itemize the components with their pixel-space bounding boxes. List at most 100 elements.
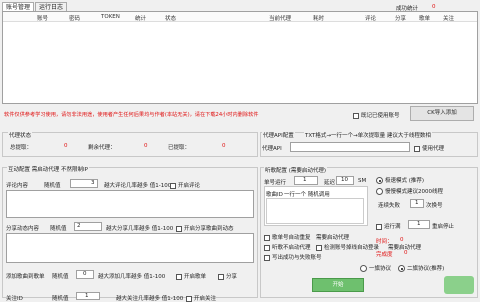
col-password[interactable]: 密码 [69, 14, 80, 22]
checkbox-icon[interactable] [218, 273, 224, 280]
tab-account-management[interactable]: 账号管理 [2, 2, 35, 11]
radio-icon[interactable] [376, 177, 383, 184]
col-status[interactable]: 状态 [165, 14, 176, 22]
follow-label: 关注ID [6, 296, 23, 302]
checkbox-icon[interactable] [176, 225, 182, 232]
mode-fast-radio[interactable]: 极速模式 (推荐) [376, 176, 424, 184]
checkbox-icon[interactable] [176, 273, 182, 280]
playlist-random-label: 随机值 [52, 274, 69, 280]
import-ck-button[interactable]: CK导入添加 [410, 106, 474, 121]
time-value: 0 [400, 237, 404, 243]
mode-fast-label: 极速模式 (推荐) [385, 178, 425, 184]
radio-icon[interactable] [360, 265, 367, 272]
playlist-share-label: 分享 [226, 274, 238, 280]
follow-desc: 越大关注几率越多 值1-100 [116, 296, 184, 302]
protocol2-label: 二旗协议(推荐) [407, 266, 445, 272]
proxy-api-input[interactable] [290, 142, 410, 152]
used-proxy-label: 已提取： [168, 145, 191, 151]
time-label: 时间： [376, 239, 393, 245]
playlist-label: 添加歌曲到歌单 [6, 274, 45, 280]
protocol2-radio[interactable]: 二旗协议(推荐) [398, 264, 444, 272]
playlist-desc: 越大添加几率越多 值1-100 [98, 274, 166, 280]
checkbox-icon[interactable] [170, 182, 176, 189]
mode-slow-radio[interactable]: 慢慢模式建议2000线程 [376, 187, 443, 195]
radio-icon[interactable] [398, 265, 405, 272]
no-proxy-label: 听歌不启动代理 [272, 245, 311, 251]
playlist-random-input[interactable]: 0 [76, 270, 94, 279]
tab-run-log[interactable]: 运行日志 [35, 2, 68, 11]
write-fail-label: 写出成功与失败账号 [272, 255, 322, 261]
comment-random-label: 随机值 [44, 183, 61, 189]
protocol1-radio[interactable]: 一旗协议 [360, 264, 391, 272]
done-value: 0 [404, 250, 408, 256]
comment-random-input[interactable]: 3 [70, 179, 98, 188]
total-fetched-label: 总提取： [10, 145, 33, 151]
run-interval-checkbox[interactable]: 运行满 [376, 222, 401, 230]
col-share[interactable]: 分享 [395, 14, 406, 22]
done-label: 完成度 [376, 252, 393, 258]
tab-bar: 账号管理 运行日志 [2, 2, 68, 11]
col-comment[interactable]: 评论 [365, 14, 376, 22]
playlist-id-textarea[interactable] [266, 198, 364, 224]
start-button[interactable]: 开始 [312, 278, 364, 292]
col-token[interactable]: TOKEN [101, 14, 120, 20]
mode-slow-label: 慢慢模式建议2000线程 [385, 189, 443, 195]
checkbox-icon[interactable] [316, 244, 322, 251]
checkbox-icon[interactable] [186, 295, 192, 302]
success-count: 0 [432, 4, 436, 10]
enable-playlist-label: 开启歌单 [184, 274, 207, 280]
comment-content-label: 评论内容 [6, 183, 29, 189]
status-indicator [444, 276, 474, 294]
checkbox-icon[interactable] [353, 112, 359, 119]
detect-label: 检测账号掉线自动登录 [324, 245, 380, 251]
run-interval-label: 运行满 [384, 224, 401, 230]
total-fetched-value: 0 [64, 143, 68, 149]
enable-comment-checkbox[interactable]: 开启评论 [170, 181, 200, 189]
protocol1-label: 一旗协议 [369, 266, 392, 272]
checkbox-icon[interactable] [264, 234, 270, 241]
delay-input[interactable]: 10 [336, 176, 354, 185]
playlist-share-checkbox[interactable]: 分享 [218, 272, 237, 280]
run-interval-input[interactable]: 1 [408, 220, 430, 229]
share-random-input[interactable]: 2 [74, 222, 102, 231]
col-elapsed[interactable]: 耗时 [313, 14, 324, 22]
col-stats[interactable]: 统计 [135, 14, 146, 22]
connect-fail-input[interactable]: 1 [410, 199, 424, 208]
share-content-textarea[interactable] [6, 233, 254, 263]
enable-playlist-checkbox[interactable]: 开启歌单 [176, 272, 206, 280]
checkbox-icon[interactable] [376, 223, 382, 230]
single-run-input[interactable]: 1 [294, 176, 318, 185]
detect-checkbox[interactable]: 检测账号掉线自动登录 [316, 243, 379, 251]
follow-random-input[interactable]: 1 [76, 292, 100, 300]
proxy-api-title: 代理API配置 [262, 131, 295, 139]
comment-desc: 越大评论几率越多 值1-100 [104, 183, 172, 189]
share-random-label: 随机值 [50, 226, 67, 232]
use-proxy-checkbox[interactable]: 使用代理 [414, 144, 444, 152]
proxy-status-group [2, 132, 258, 157]
delay-label: 延迟 [324, 180, 336, 186]
col-current-proxy[interactable]: 当前代理 [269, 14, 291, 22]
col-follow[interactable]: 关注 [443, 14, 454, 22]
enable-follow-checkbox[interactable]: 开启关注 [186, 294, 216, 302]
no-proxy-checkbox[interactable]: 听歌不启动代理 [264, 243, 311, 251]
checkbox-icon[interactable] [264, 254, 270, 261]
comment-content-textarea[interactable] [6, 190, 254, 218]
enable-share-checkbox[interactable]: 开启分享歌曲到动态 [176, 224, 234, 232]
grid-header: 账号 密码 TOKEN 统计 状态 当前代理 耗时 评论 分享 歌单 关注 [3, 12, 477, 22]
write-fail-checkbox[interactable]: 写出成功与失败账号 [264, 253, 322, 261]
col-playlist[interactable]: 歌单 [419, 14, 430, 22]
listen-title: 听歌配置 (需要启动代理) [264, 166, 328, 174]
remaining-proxy-label: 剩余代理： [88, 145, 116, 151]
use-proxy-label: 使用代理 [422, 146, 445, 152]
col-account[interactable]: 账号 [37, 14, 48, 22]
use-only-checkbox[interactable]: 既记已使用账号 [353, 111, 400, 119]
follow-random-label: 随机值 [52, 296, 69, 302]
delay-unit: SM [358, 178, 367, 184]
checkbox-icon[interactable] [264, 244, 270, 251]
radio-icon[interactable] [376, 188, 383, 195]
playlist-id-label: 歌曲ID [266, 192, 283, 198]
auto-replace-checkbox[interactable]: 歌单号自动重复 [264, 233, 311, 241]
checkbox-icon[interactable] [414, 145, 420, 152]
share-content-label: 分享动态内容 [6, 226, 40, 232]
account-grid[interactable]: 账号 密码 TOKEN 统计 状态 当前代理 耗时 评论 分享 歌单 关注 [2, 11, 478, 104]
